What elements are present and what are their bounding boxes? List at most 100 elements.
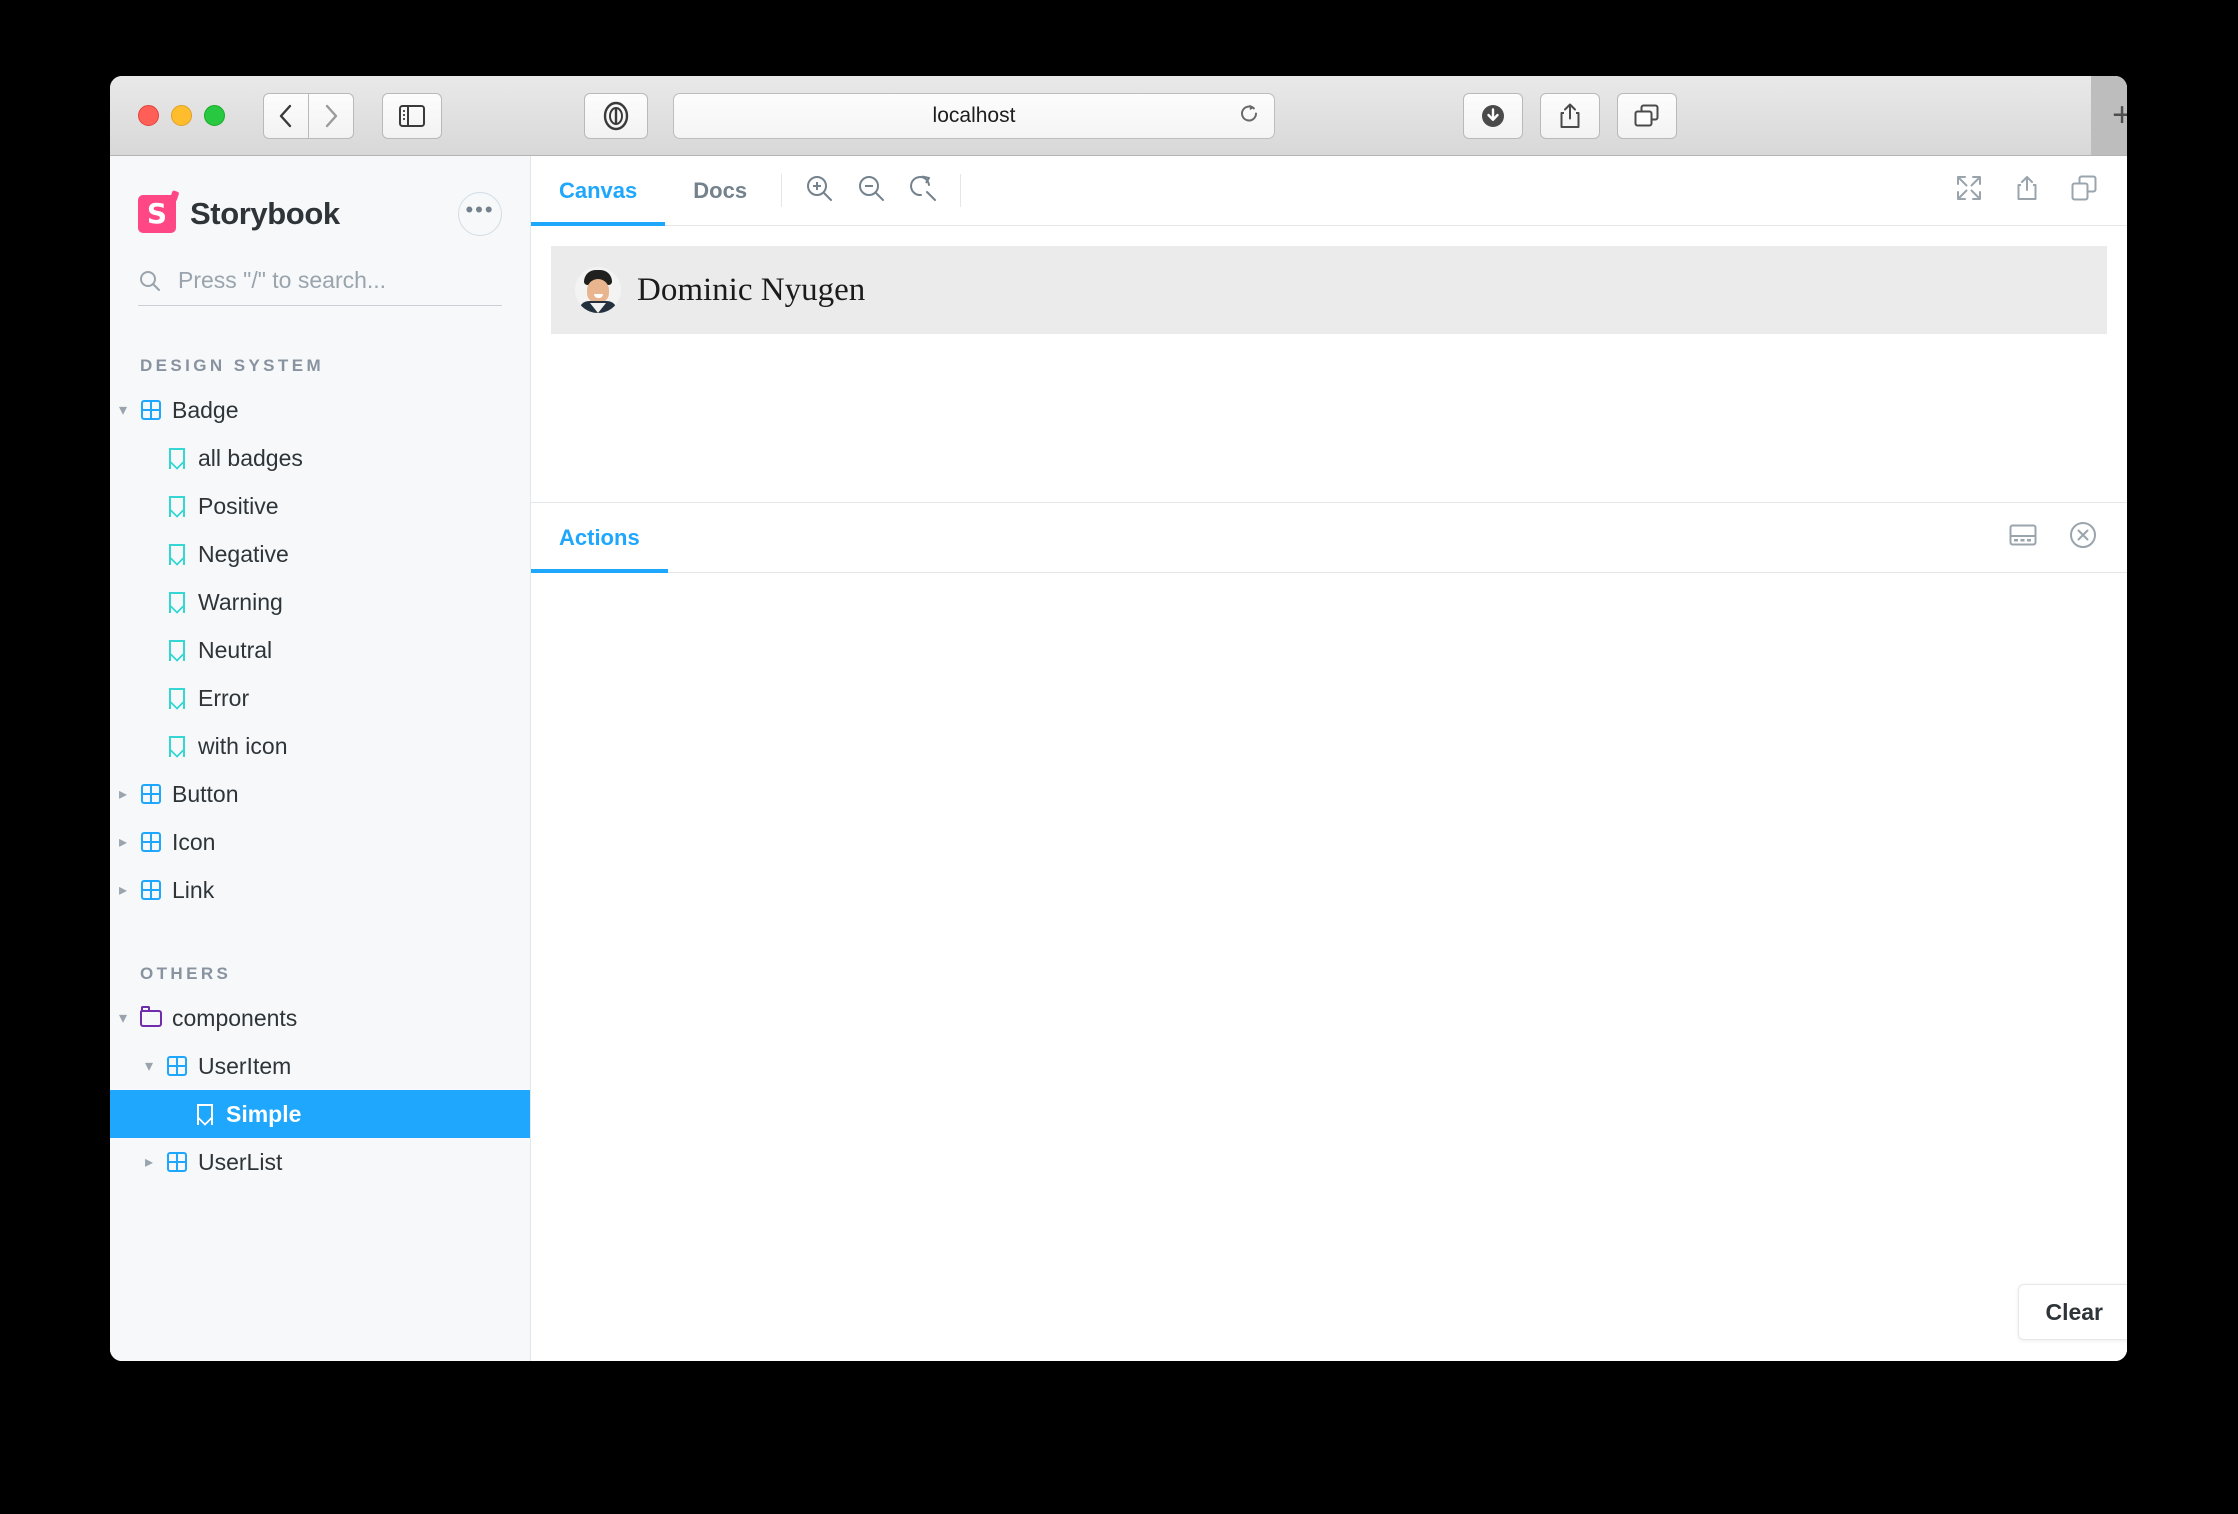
zoom-reset-button[interactable] — [908, 173, 938, 208]
component-grid-icon — [162, 1152, 192, 1172]
addon-panel: Actions Clear — [531, 502, 2127, 1361]
component-grid-icon-shape — [141, 832, 161, 852]
story-bookmark-icon-shape — [169, 543, 185, 566]
tree-item-label: Badge — [172, 396, 239, 423]
browser-toolbar: localhost + — [110, 76, 2127, 156]
zoom-tools — [788, 156, 954, 225]
avatar-face — [587, 279, 609, 303]
panel-position-button[interactable] — [2009, 523, 2037, 552]
share-button[interactable] — [1540, 92, 1600, 139]
story-bookmark-icon — [162, 543, 192, 566]
zoom-out-button[interactable] — [856, 173, 886, 208]
tree-item-label: UserList — [198, 1148, 283, 1175]
component-item-button[interactable]: Button — [110, 770, 530, 818]
preview-tabbar: Canvas Docs — [531, 156, 2127, 226]
tree-item-label: Icon — [172, 828, 216, 855]
tab-overview-icon — [1634, 104, 1659, 126]
caret-down-icon[interactable] — [110, 400, 136, 420]
zoom-reset-icon — [910, 175, 937, 201]
url-text: localhost — [932, 103, 1016, 127]
component-grid-icon-shape — [141, 784, 161, 804]
tab-docs[interactable]: Docs — [665, 156, 775, 225]
tab-actions[interactable]: Actions — [531, 503, 668, 573]
tree-item-label: Positive — [198, 492, 279, 519]
close-panel-button[interactable] — [2069, 521, 2097, 554]
tab-canvas-label: Canvas — [559, 177, 638, 203]
zoom-in-button[interactable] — [804, 173, 834, 208]
component-grid-icon — [136, 400, 166, 420]
tree-item-label: Simple — [226, 1100, 302, 1127]
ellipsis-icon: ••• — [465, 197, 495, 222]
tree-item-label: UserItem — [198, 1052, 292, 1079]
minimize-window-button[interactable] — [171, 105, 192, 126]
component-grid-icon-shape — [141, 400, 161, 420]
forward-button[interactable] — [309, 92, 354, 139]
reload-icon — [1241, 104, 1257, 121]
back-button[interactable] — [263, 92, 309, 139]
main-area: Canvas Docs Dominic Nyugen Actions Clear — [530, 156, 2127, 1361]
open-in-new-tab-button[interactable] — [2015, 174, 2039, 207]
story-item-negative[interactable]: Negative — [110, 530, 530, 578]
caret-right-icon[interactable] — [110, 880, 136, 900]
chevron-right-icon — [325, 104, 338, 127]
story-item-with-icon[interactable]: with icon — [110, 722, 530, 770]
clear-actions-button[interactable]: Clear — [2018, 1284, 2127, 1340]
component-grid-icon-shape — [167, 1152, 187, 1172]
new-tab-button[interactable]: + — [2091, 76, 2127, 155]
storybook-logo-icon: S — [138, 195, 176, 233]
story-bookmark-icon — [162, 639, 192, 662]
story-bookmark-icon — [162, 447, 192, 470]
caret-right-icon[interactable] — [136, 1152, 162, 1172]
tree-item-label: Link — [172, 876, 215, 903]
component-item-icon[interactable]: Icon — [110, 818, 530, 866]
story-item-neutral[interactable]: Neutral — [110, 626, 530, 674]
caret-right-icon[interactable] — [110, 832, 136, 852]
maximize-window-button[interactable] — [204, 105, 225, 126]
component-item-badge[interactable]: Badge — [110, 386, 530, 434]
close-window-button[interactable] — [138, 105, 159, 126]
tree-item-label: all badges — [198, 444, 303, 471]
story-item-simple[interactable]: Simple — [110, 1090, 530, 1138]
story-bookmark-icon-shape — [169, 735, 185, 758]
caret-right-icon[interactable] — [110, 784, 136, 804]
component-item-useritem[interactable]: UserItem — [110, 1042, 530, 1090]
component-grid-icon-shape — [167, 1056, 187, 1076]
story-bookmark-icon-shape — [169, 495, 185, 518]
story-item-warning[interactable]: Warning — [110, 578, 530, 626]
tab-overview-button[interactable] — [1617, 92, 1677, 139]
tree-item-label: Negative — [198, 540, 289, 567]
tree-item-label: with icon — [198, 732, 288, 759]
close-circle-icon — [2070, 522, 2096, 548]
address-bar[interactable]: localhost — [673, 92, 1275, 139]
story-bookmark-icon — [190, 1103, 220, 1126]
caret-down-icon[interactable] — [136, 1056, 162, 1076]
tree-item-label: Button — [172, 780, 239, 807]
tree-item-label: Neutral — [198, 636, 273, 663]
caret-down-icon[interactable] — [110, 1008, 136, 1028]
search-input[interactable] — [176, 266, 480, 295]
section-label: DESIGN SYSTEM — [140, 356, 325, 375]
story-bookmark-icon-shape — [169, 591, 185, 614]
story-canvas: Dominic Nyugen — [531, 226, 2127, 502]
reload-button[interactable] — [1238, 102, 1260, 129]
zoom-in-icon — [807, 176, 833, 201]
fullscreen-button[interactable] — [1955, 174, 1983, 207]
tab-docs-label: Docs — [693, 177, 748, 203]
sidebar-menu-button[interactable]: ••• — [458, 192, 502, 236]
copy-link-button[interactable] — [2071, 175, 2097, 206]
folder-item-components[interactable]: components — [110, 994, 530, 1042]
window-controls — [138, 105, 225, 126]
search-icon — [138, 269, 162, 293]
story-item-positive[interactable]: Positive — [110, 482, 530, 530]
tab-canvas[interactable]: Canvas — [531, 156, 666, 226]
reader-mode-button[interactable] — [584, 92, 648, 139]
downloads-button[interactable] — [1463, 92, 1523, 139]
component-item-link[interactable]: Link — [110, 866, 530, 914]
component-item-userlist[interactable]: UserList — [110, 1138, 530, 1186]
sidebar-toggle-button[interactable] — [382, 92, 442, 139]
new-tab-label: + — [2112, 96, 2127, 134]
story-item-all-badges[interactable]: all badges — [110, 434, 530, 482]
story-item-error[interactable]: Error — [110, 674, 530, 722]
sidebar-search[interactable] — [138, 266, 502, 306]
